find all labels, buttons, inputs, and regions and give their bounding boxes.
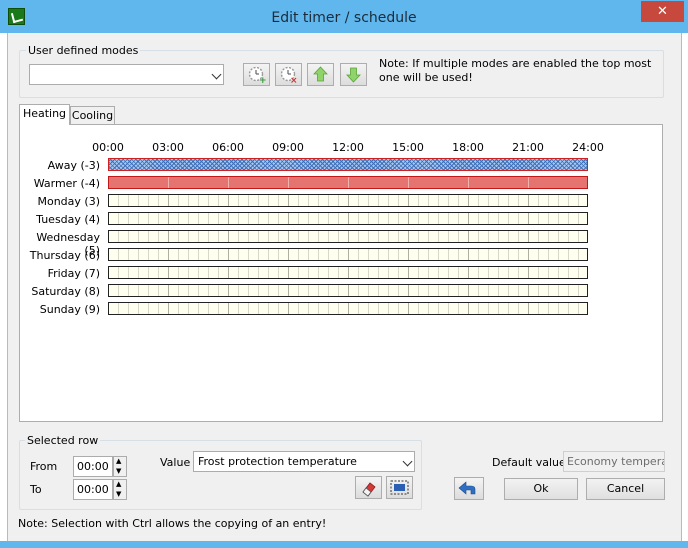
tab-cooling[interactable]: Cooling: [70, 106, 115, 125]
timeline-tuesday[interactable]: [108, 212, 588, 225]
to-time-input[interactable]: 00:00: [73, 479, 113, 500]
select-range-button[interactable]: [386, 476, 413, 499]
close-button[interactable]: ✕: [641, 1, 684, 22]
value-selected: Frost protection temperature: [198, 455, 357, 468]
row-label-sunday: Sunday (9): [39, 303, 100, 316]
hour-label: 24:00: [572, 141, 604, 154]
clock-add-icon: +: [248, 66, 267, 86]
timeline-warmer[interactable]: [108, 176, 588, 189]
hour-label: 21:00: [512, 141, 544, 154]
undo-arrow-icon: [458, 481, 476, 495]
user-mode-dropdown[interactable]: [29, 64, 224, 85]
row-label-monday: Monday (3): [37, 195, 100, 208]
undo-button[interactable]: [454, 477, 484, 500]
timeline-monday[interactable]: [108, 194, 588, 207]
arrow-up-icon: [313, 66, 328, 82]
default-value-field: Economy temperatu: [563, 451, 665, 472]
selected-row-label: Selected row: [25, 434, 101, 447]
hour-label: 18:00: [452, 141, 484, 154]
svg-text:×: ×: [290, 76, 298, 85]
user-modes-label: User defined modes: [26, 44, 141, 57]
hour-label: 09:00: [272, 141, 304, 154]
move-up-button[interactable]: [307, 63, 334, 86]
hour-label: 06:00: [212, 141, 244, 154]
eraser-icon: [362, 482, 376, 497]
add-mode-button[interactable]: +: [243, 63, 270, 86]
from-time-input[interactable]: 00:00: [73, 456, 113, 477]
window-title: Edit timer / schedule: [271, 10, 417, 26]
timeline-saturday[interactable]: [108, 284, 588, 297]
select-range-icon: [390, 480, 409, 495]
svg-text:+: +: [259, 76, 267, 85]
hour-label: 03:00: [152, 141, 184, 154]
arrow-down-icon: [346, 67, 361, 83]
default-value-label: Default value: [492, 456, 566, 469]
from-label: From: [30, 460, 58, 473]
move-down-button[interactable]: [340, 63, 367, 86]
hour-label: 15:00: [392, 141, 424, 154]
row-label-tuesday: Tuesday (4): [36, 213, 100, 226]
to-time-spinner[interactable]: [113, 479, 127, 500]
tab-heating[interactable]: Heating: [19, 104, 70, 125]
to-label: To: [30, 483, 42, 496]
timeline-away[interactable]: [108, 158, 588, 171]
from-time-spinner[interactable]: [113, 456, 127, 477]
footer-note: Note: Selection with Ctrl allows the cop…: [18, 517, 327, 530]
chevron-down-icon: [402, 456, 413, 467]
timeline-wednesday[interactable]: [108, 230, 588, 243]
row-label-saturday: Saturday (8): [31, 285, 100, 298]
row-label-friday: Friday (7): [47, 267, 100, 280]
hour-label: 12:00: [332, 141, 364, 154]
modes-note: Note: If multiple modes are enabled the …: [379, 57, 652, 84]
row-label-warmer: Warmer (-4): [33, 177, 100, 190]
timeline-thursday[interactable]: [108, 248, 588, 261]
value-dropdown[interactable]: Frost protection temperature: [193, 451, 415, 472]
cancel-button[interactable]: Cancel: [586, 478, 665, 500]
timeline-sunday[interactable]: [108, 302, 588, 315]
hour-label: 00:00: [92, 141, 124, 154]
value-label: Value: [160, 456, 191, 469]
row-label-thursday: Thursday (6): [29, 249, 100, 262]
erase-button[interactable]: [355, 476, 382, 499]
window-bottom-border: [0, 541, 688, 548]
delete-mode-button[interactable]: ×: [275, 63, 302, 86]
ok-button[interactable]: Ok: [504, 478, 578, 500]
row-label-away: Away (-3): [47, 159, 100, 172]
clock-delete-icon: ×: [280, 66, 298, 86]
timeline-friday[interactable]: [108, 266, 588, 279]
chevron-down-icon: [211, 69, 222, 80]
